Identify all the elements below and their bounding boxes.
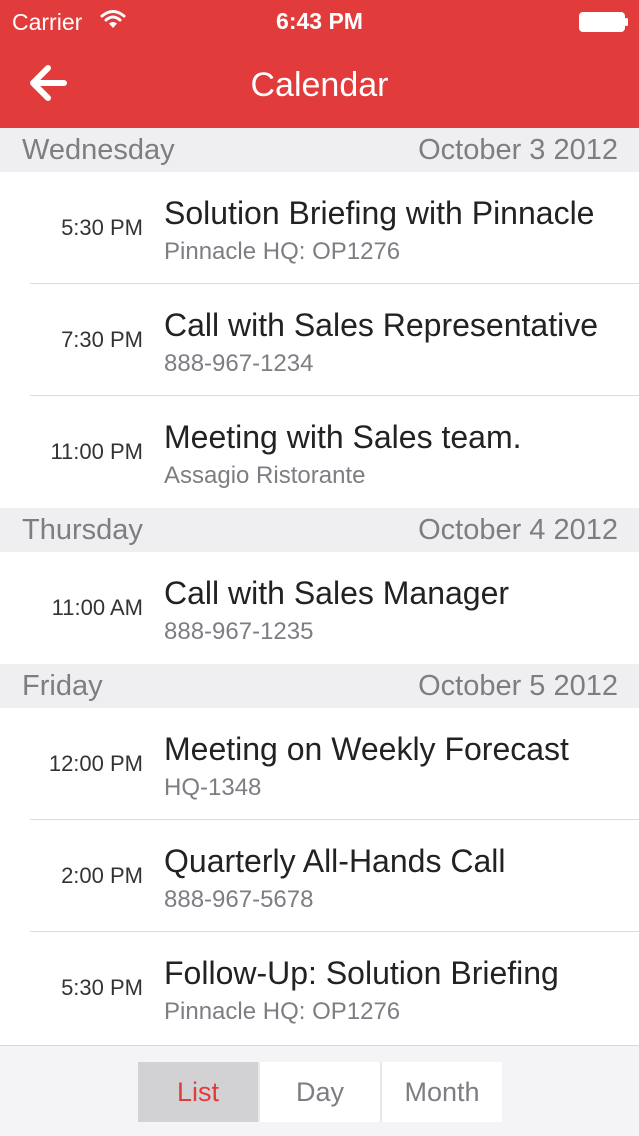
event-title: Call with Sales Manager (164, 575, 510, 611)
event-row[interactable]: 7:30 PM Call with Sales Representative 8… (0, 284, 639, 396)
battery-icon (579, 12, 628, 32)
event-row[interactable]: 5:30 PM Solution Briefing with Pinnacle … (0, 172, 639, 284)
event-location: 888-967-5678 (164, 886, 314, 913)
event-location: 888-967-1234 (164, 350, 314, 377)
event-title: Solution Briefing with Pinnacle (164, 195, 595, 231)
bottom-toolbar: List Day Month (0, 1045, 639, 1136)
event-time: 11:00 AM (51, 595, 143, 620)
day-view-tab[interactable]: Day (258, 1062, 380, 1122)
event-title: Call with Sales Representative (164, 307, 598, 343)
section-day: Friday (22, 670, 103, 702)
event-time: 12:00 PM (48, 751, 143, 776)
section-day: Thursday (22, 514, 143, 546)
navigation-bar: Calendar (0, 42, 639, 128)
event-time: 2:00 PM (61, 863, 143, 888)
calendar-list[interactable]: Wednesday October 3 2012 5:30 PM Solutio… (0, 128, 639, 1045)
section-header: Wednesday October 3 2012 (0, 128, 639, 172)
event-title: Quarterly All-Hands Call (164, 843, 506, 879)
event-location: HQ-1348 (164, 774, 262, 801)
event-row[interactable]: 12:00 PM Meeting on Weekly Forecast HQ-1… (0, 708, 639, 820)
event-row[interactable]: 11:00 AM Call with Sales Manager 888-967… (0, 552, 639, 664)
day-section-thursday: Thursday October 4 2012 11:00 AM Call wi… (0, 508, 639, 664)
event-time: 5:30 PM (61, 215, 143, 240)
event-row[interactable]: 11:00 PM Meeting with Sales team. Assagi… (0, 396, 639, 508)
page-title: Calendar (250, 66, 389, 104)
status-time: 6:43 PM (276, 8, 363, 34)
section-date: October 5 2012 (418, 670, 618, 702)
event-time: 5:30 PM (61, 975, 143, 1000)
month-view-tab[interactable]: Month (380, 1062, 502, 1122)
section-date: October 3 2012 (418, 134, 618, 166)
view-mode-segmented-control: List Day Month (138, 1062, 502, 1122)
section-day: Wednesday (22, 134, 175, 166)
section-header: Thursday October 4 2012 (0, 508, 639, 552)
section-date: October 4 2012 (418, 514, 618, 546)
event-location: Assagio Ristorante (164, 462, 366, 489)
list-view-tab[interactable]: List (138, 1062, 258, 1122)
status-bar: Carrier 6:43 PM (0, 0, 639, 42)
event-location: 888-967-1235 (164, 618, 314, 645)
event-row[interactable]: 5:30 PM Follow-Up: Solution Briefing Pin… (0, 932, 639, 1044)
event-title: Follow-Up: Solution Briefing (164, 955, 559, 991)
event-title: Meeting on Weekly Forecast (164, 731, 569, 767)
event-time: 7:30 PM (61, 327, 143, 352)
section-header: Friday October 5 2012 (0, 664, 639, 708)
event-location: Pinnacle HQ: OP1276 (164, 998, 401, 1025)
event-row[interactable]: 2:00 PM Quarterly All-Hands Call 888-967… (0, 820, 639, 932)
event-title: Meeting with Sales team. (164, 419, 522, 455)
day-section-wednesday: Wednesday October 3 2012 5:30 PM Solutio… (0, 128, 639, 508)
event-time: 11:00 PM (50, 439, 143, 464)
day-section-friday: Friday October 5 2012 12:00 PM Meeting o… (0, 664, 639, 1044)
event-location: Pinnacle HQ: OP1276 (164, 238, 401, 265)
